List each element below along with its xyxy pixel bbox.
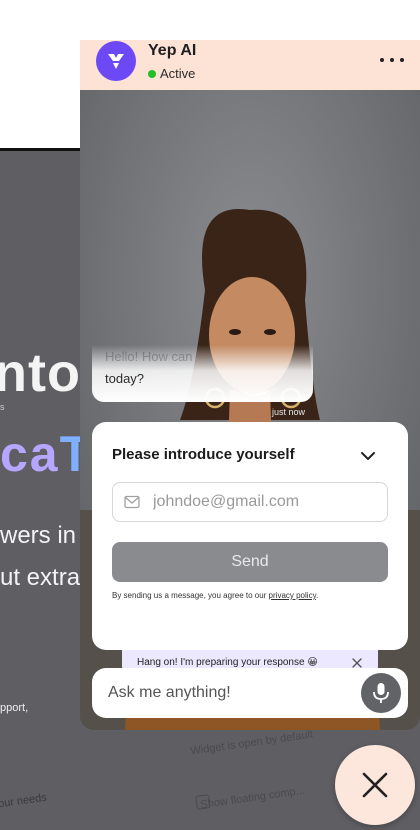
website-body-line-2: ut extra [0, 564, 81, 591]
brand-name: Yep AI [148, 42, 197, 59]
email-field[interactable] [112, 482, 388, 522]
chevron-down-icon[interactable] [358, 446, 378, 466]
dot [380, 58, 384, 62]
dot [390, 58, 394, 62]
email-input[interactable] [153, 483, 383, 521]
toast-message: Hang on! I'm preparing your response 😀 [137, 657, 318, 668]
website-highlight-headline: caT [0, 425, 92, 483]
envelope-icon [124, 495, 140, 514]
status-text: Active [160, 66, 196, 81]
chat-message-bubble: Hello! How can today? [92, 345, 313, 402]
microphone-icon[interactable] [361, 673, 401, 713]
close-icon [362, 772, 388, 798]
privacy-policy-link[interactable]: privacy policy [269, 591, 316, 600]
send-button[interactable]: Send [112, 542, 388, 582]
website-support-text: pport, [0, 702, 29, 714]
dot [400, 58, 404, 62]
form-title: Please introduce yourself [112, 446, 295, 463]
message-timestamp: just now [272, 407, 306, 417]
message-text: today? [105, 371, 145, 386]
website-headline: nto [0, 343, 81, 403]
consent-prefix: By sending us a message, you agree to ou… [112, 591, 269, 600]
widget-header: Yep AI Active [80, 40, 420, 90]
consent-suffix: . [315, 591, 319, 600]
more-dots-icon[interactable] [380, 50, 404, 70]
introduce-form-card: Please introduce yourself Send By sendin… [92, 422, 408, 650]
ask-input[interactable] [108, 668, 348, 718]
message-composer [92, 668, 408, 718]
website-highlight-part1: ca [0, 426, 60, 482]
message-text-faded: Hello! How can [105, 349, 193, 364]
status-indicator [148, 70, 156, 78]
widget-launcher-close-button[interactable] [335, 745, 415, 825]
consent-text: By sending us a message, you agree to ou… [112, 591, 318, 600]
website-body-line-1: wers in [0, 522, 77, 549]
chat-widget-panel: Yep AI Active Hello! How can today? just… [80, 40, 420, 730]
yep-ai-logo-icon [96, 41, 136, 81]
